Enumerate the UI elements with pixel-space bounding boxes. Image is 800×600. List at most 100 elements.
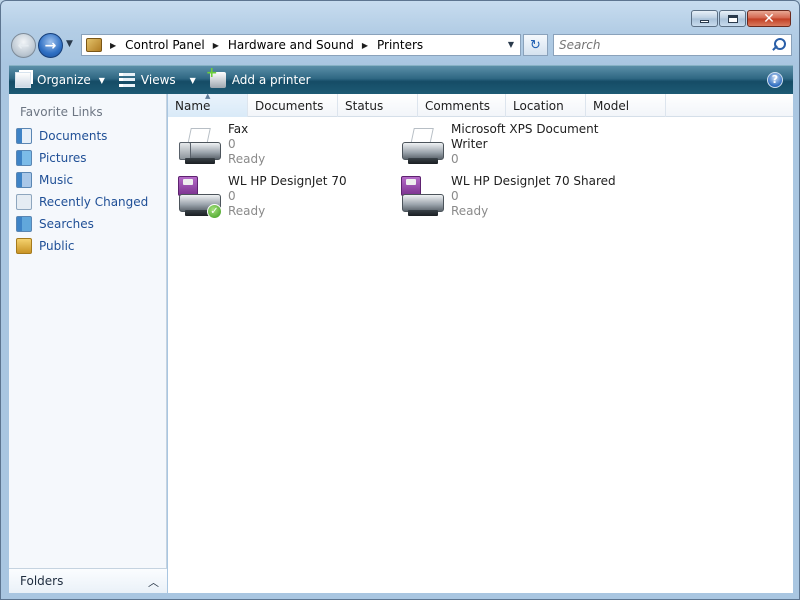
column-header-comments[interactable]: Comments [418,94,506,117]
help-icon: ? [771,73,779,86]
maximize-button[interactable] [719,10,746,27]
column-label: Name [175,98,211,113]
column-label: Comments [425,98,491,113]
printer-icon [398,122,448,170]
column-header-status[interactable]: Status [338,94,418,117]
nav-link-searches[interactable]: Searches [16,215,94,233]
forward-button[interactable]: → [38,33,63,58]
breadcrumb-control-panel[interactable]: Control Panel [125,38,205,52]
search-input[interactable] [554,36,770,54]
item-documents: 0 [228,189,236,203]
item-status: Ready [451,204,489,218]
search-icon[interactable] [770,37,786,53]
nav-link-label: Documents [39,129,108,143]
views-label: Views [140,73,176,87]
organize-icon [15,72,31,88]
printer-item-designjet[interactable]: ✓ WL HP DesignJet 70 0 Ready [175,174,385,224]
column-header-documents[interactable]: Documents [248,94,338,117]
minimize-button[interactable] [691,10,718,27]
nav-link-label: Public [39,239,75,253]
add-printer-button[interactable]: Add a printer [204,65,317,94]
documents-icon [16,128,32,144]
item-documents: 0 [451,152,459,166]
refresh-icon: ↻ [530,37,541,53]
views-button[interactable]: Views ▼ [113,66,202,94]
nav-link-label: Searches [39,217,94,231]
music-icon [16,172,32,188]
views-icon [118,72,135,88]
searches-icon [16,216,32,232]
item-name: WL HP DesignJet 70 Shared [451,174,616,188]
search-box [553,34,792,56]
folders-label: Folders [20,574,64,588]
nav-link-pictures[interactable]: Pictures [16,149,87,167]
column-label: Status [345,98,384,113]
column-label: Model [593,98,630,113]
add-printer-label: Add a printer [231,73,311,87]
recently-changed-icon [16,194,32,210]
organize-label: Organize [37,73,91,87]
nav-link-label: Recently Changed [39,195,149,209]
chevron-down-icon: ▼ [98,75,105,85]
printers-folder-icon [86,38,102,52]
breadcrumb-arrow-icon[interactable]: ▶ [362,41,368,50]
column-headers: ▲ Name Documents Status Comments Location… [168,92,793,117]
organize-button[interactable]: Organize ▼ [9,66,111,94]
printer-shared-icon [398,174,448,222]
item-name-line2: Writer [451,137,488,151]
printer-item-xps-writer[interactable]: Microsoft XPS Document Writer 0 [398,122,638,172]
maximize-icon [727,14,738,23]
nav-link-label: Music [39,173,74,187]
column-header-location[interactable]: Location [506,94,586,117]
item-name: Microsoft XPS Document [451,122,599,136]
column-header-name[interactable]: ▲ Name [168,92,248,117]
nav-link-public[interactable]: Public [16,237,75,255]
navigation-pane: Favorite Links Documents Pictures Music … [9,94,167,593]
nav-link-recently-changed[interactable]: Recently Changed [16,193,148,211]
sort-ascending-icon: ▲ [205,92,211,100]
item-documents: 0 [451,189,459,203]
item-status: Ready [228,204,266,218]
column-label: Location [513,98,564,113]
favorite-links-heading: Favorite Links [20,105,103,119]
breadcrumb-printers[interactable]: Printers [377,38,423,52]
default-printer-check-icon: ✓ [207,204,222,219]
chevron-down-icon: ▼ [189,75,196,85]
nav-link-music[interactable]: Music [16,171,73,189]
refresh-button[interactable]: ↻ [523,34,548,56]
nav-link-label: Pictures [39,151,87,165]
column-header-model[interactable]: Model [586,94,666,117]
item-documents: 0 [228,137,236,151]
breadcrumb-arrow-icon[interactable]: ▶ [110,41,116,50]
minimize-icon [700,20,709,23]
item-name: WL HP DesignJet 70 [228,174,347,188]
column-label: Documents [255,98,324,113]
add-printer-icon [206,65,226,88]
chevron-up-icon: ︿ [148,576,159,589]
back-arrow-icon: ← [17,37,30,54]
close-button[interactable]: ✕ [747,10,791,27]
printer-default-icon: ✓ [175,174,225,222]
forward-arrow-icon: → [44,37,57,54]
printer-item-designjet-shared[interactable]: WL HP DesignJet 70 Shared 0 Ready [398,174,638,224]
public-folder-icon [16,238,32,254]
chevron-down-icon: ▼ [66,39,73,49]
recent-pages-dropdown[interactable]: ▼ [66,39,78,51]
address-dropdown-icon[interactable]: ▼ [508,40,514,49]
help-button[interactable]: ? [767,72,783,88]
fax-icon [175,122,225,170]
folders-toggle[interactable]: Folders ︿ [9,568,167,593]
breadcrumb-arrow-icon[interactable]: ▶ [213,41,219,50]
nav-link-documents[interactable]: Documents [16,127,107,145]
pictures-icon [16,150,32,166]
address-bar[interactable]: ▶ Control Panel ▶ Hardware and Sound ▶ P… [81,34,521,56]
file-list: ▲ Name Documents Status Comments Location… [168,92,793,593]
printer-item-fax[interactable]: Fax 0 Ready [175,122,385,172]
explorer-window: ✕ ← → ▼ ▶ Control Panel ▶ Hardware and S… [0,0,800,600]
item-name: Fax [228,122,249,136]
item-status: Ready [228,152,266,166]
caption-buttons: ✕ [691,10,791,27]
back-button[interactable]: ← [11,33,36,58]
breadcrumb-hardware-and-sound[interactable]: Hardware and Sound [228,38,354,52]
close-icon: ✕ [763,10,775,27]
